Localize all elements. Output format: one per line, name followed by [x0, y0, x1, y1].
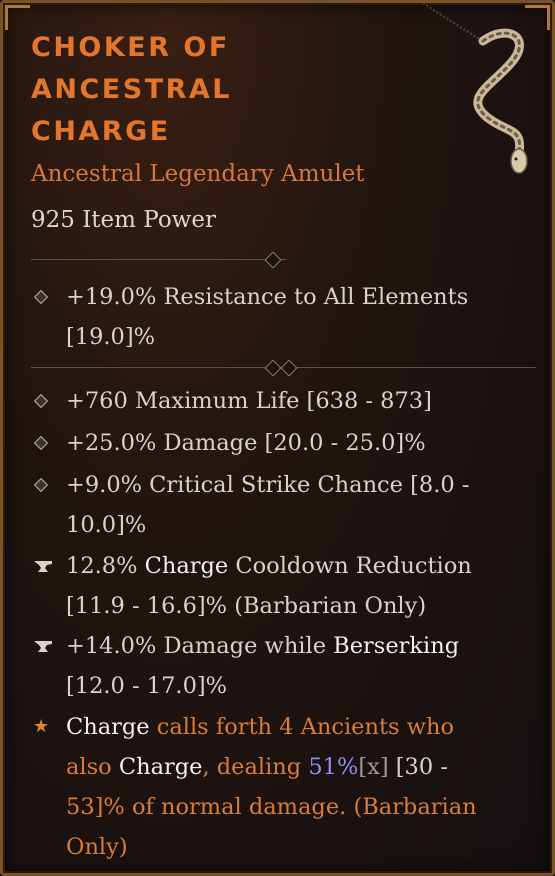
anvil-icon — [34, 561, 52, 572]
divider-gem-icon — [280, 359, 298, 377]
item-name: CHOKER OF ANCESTRAL CHARGE — [31, 27, 391, 153]
affix-rest: Cooldown Reduction — [228, 553, 472, 579]
affix-text: +760 Maximum Life [638 - 873] — [66, 388, 432, 414]
affix-value: 12.8% — [66, 553, 145, 579]
affix-max-life: +760 Maximum Life [638 - 873] — [31, 381, 531, 421]
divider — [31, 251, 286, 269]
item-name-line: CHARGE — [31, 116, 171, 147]
affix-line: +19.0% Resistance to All Elements — [66, 284, 469, 310]
legendary-range: [30 - — [388, 754, 448, 780]
corner-ornament — [5, 5, 30, 30]
implicit-affix: +19.0% Resistance to All Elements [19.0]… — [31, 277, 531, 357]
affix-line: +9.0% Critical Strike Chance [8.0 - — [66, 472, 470, 498]
affix-text: +14.0% Damage while Berserking [12.0 - 1… — [31, 626, 531, 706]
affix-line: [11.9 - 16.6]% (Barbarian Only) — [66, 593, 427, 619]
divider-gem-icon — [264, 359, 282, 377]
legendary-fragment: 53]% of normal damage. (Barbarian — [66, 794, 477, 820]
item-power: 925 Item Power — [31, 207, 216, 233]
affix-text: 12.8% Charge Cooldown Reduction [11.9 - … — [31, 546, 531, 626]
affix-text: +9.0% Critical Strike Chance [8.0 - 10.0… — [31, 465, 531, 545]
affix-text: +25.0% Damage [20.0 - 25.0]% — [66, 430, 426, 456]
item-name-line: CHOKER OF — [31, 32, 230, 63]
tempered-affix-charge-cdr: 12.8% Charge Cooldown Reduction [11.9 - … — [31, 546, 531, 626]
snake-amulet-icon — [423, 3, 528, 174]
skill-keyword: Charge — [66, 714, 150, 740]
item-name-line: ANCESTRAL — [31, 74, 233, 105]
skill-keyword: Charge — [144, 553, 229, 579]
item-tooltip: CHOKER OF ANCESTRAL CHARGE Ancestral Leg… — [0, 0, 555, 876]
affix-damage: +25.0% Damage [20.0 - 25.0]% — [31, 423, 531, 463]
multiplier-value: 51% — [308, 754, 359, 780]
legendary-text: Charge calls forth 4 Ancients who also C… — [31, 707, 531, 867]
skill-keyword: Charge — [118, 754, 203, 780]
skill-keyword: Berserking — [333, 633, 460, 659]
legendary-fragment: Only) — [66, 834, 128, 860]
affix-value: +14.0% Damage while — [66, 633, 334, 659]
affix-crit-chance: +9.0% Critical Strike Chance [8.0 - 10.0… — [31, 465, 531, 545]
legendary-fragment: calls forth 4 Ancients who — [149, 714, 455, 740]
anvil-icon — [34, 641, 52, 652]
multiplier-tag: [x] — [358, 754, 389, 780]
legendary-fragment: also — [66, 754, 119, 780]
divider-gem-icon — [264, 251, 282, 269]
divider — [31, 359, 536, 377]
affix-line: [19.0]% — [66, 324, 156, 350]
legendary-fragment: , dealing — [202, 754, 309, 780]
affix-text: +19.0% Resistance to All Elements [19.0]… — [31, 277, 531, 357]
legendary-aspect: ★ Charge calls forth 4 Ancients who also… — [31, 707, 531, 867]
affix-line: [12.0 - 17.0]% — [66, 673, 228, 699]
affix-line: 10.0]% — [66, 512, 147, 538]
item-type: Ancestral Legendary Amulet — [31, 161, 365, 187]
tempered-affix-berserking: +14.0% Damage while Berserking [12.0 - 1… — [31, 626, 531, 706]
star-icon: ★ — [33, 716, 50, 737]
